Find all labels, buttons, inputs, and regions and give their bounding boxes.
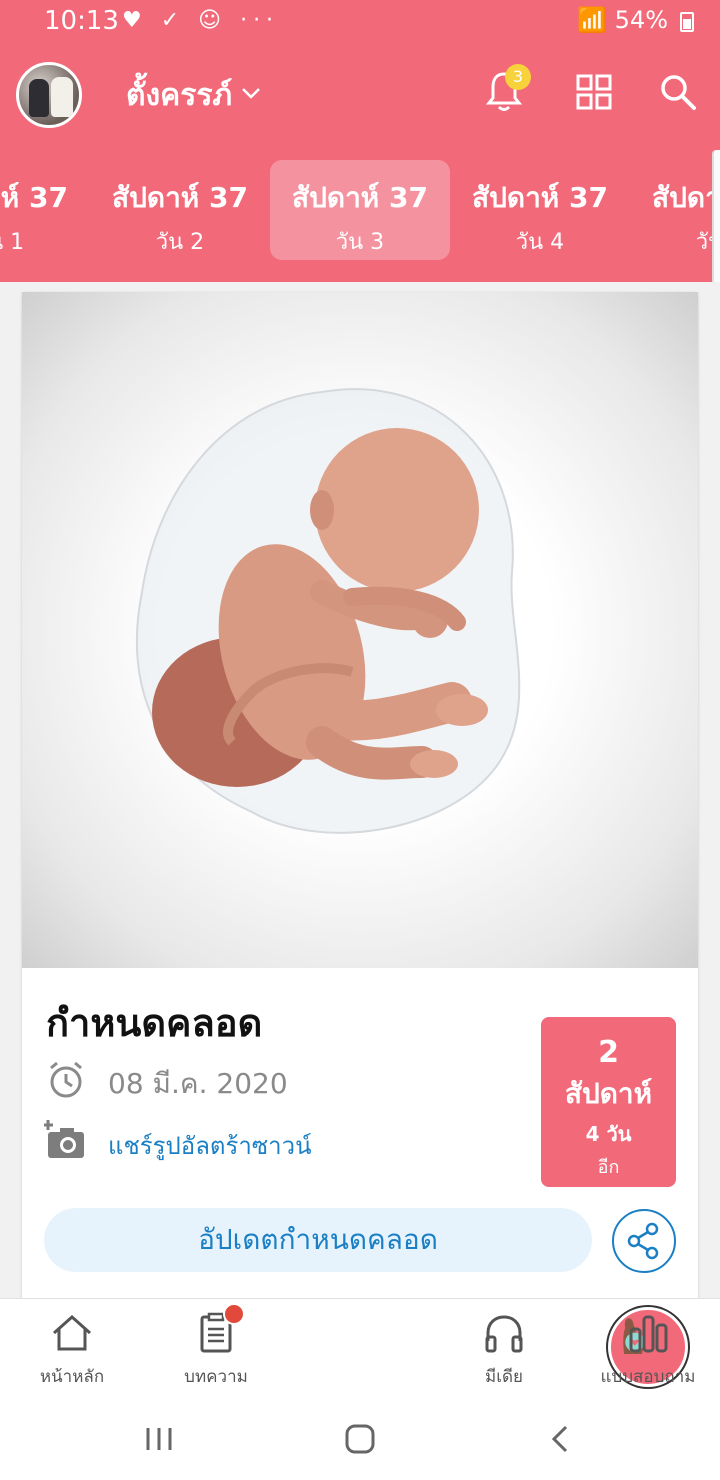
due-date-title: กำหนดคลอด (46, 1001, 263, 1045)
grid-icon[interactable] (576, 74, 612, 110)
countdown-days: 4 วัน (585, 1122, 632, 1146)
alarm-clock-icon (50, 1061, 82, 1098)
recent-apps-icon[interactable] (140, 1422, 180, 1456)
update-due-date-button[interactable]: อัปเดตกำหนดคลอด (44, 1208, 592, 1272)
add-photo-icon[interactable] (44, 1118, 88, 1162)
nav-pregnancy[interactable] (288, 1299, 688, 1403)
countdown-number: 2 (598, 1035, 619, 1070)
home-icon (53, 1314, 91, 1351)
due-date-card: กำหนดคลอด 08 มี.ค. 2020 แชร์รูปอัลตร้าซา… (22, 292, 698, 1302)
app-header: ตั้งครรภ์ 3 (0, 44, 720, 140)
back-icon[interactable] (540, 1422, 580, 1456)
status-time: 10:13 (44, 6, 119, 36)
battery-icon (680, 12, 694, 32)
tab-day-4[interactable]: สัปดาห์ 37 วัน 4 (450, 160, 630, 260)
fetus-illustration (135, 388, 521, 834)
due-date-value: 08 มี.ค. 2020 (108, 1067, 288, 1100)
system-navigation-bar (0, 1402, 720, 1480)
home-button-icon[interactable] (340, 1422, 380, 1456)
bottom-navigation: หน้าหลัก บทความ มีเดีย แบบสอบถาม (0, 1298, 720, 1402)
notification-icons: ♥ ✓ ☺ ··· (122, 8, 280, 33)
page-title[interactable]: ตั้งครรภ์ (126, 72, 232, 119)
nav-media[interactable]: มีเดีย (432, 1299, 576, 1403)
countdown-unit: สัปดาห์ (564, 1077, 653, 1110)
tab-day-3[interactable]: สัปดาห์ 37 วัน 3 (270, 160, 450, 260)
share-ultrasound-link[interactable]: แชร์รูปอัลตร้าซาวน์ (108, 1126, 312, 1165)
week-day-tabs: สัปดาห์ 37 วัน 1 สัปดาห์ 37 วัน 2 สัปดาห… (0, 140, 720, 282)
nav-survey[interactable]: แบบสอบถาม (576, 1299, 720, 1403)
share-icon (627, 1222, 659, 1260)
poll-icon (629, 1315, 668, 1353)
headphones-icon (485, 1315, 523, 1353)
unread-dot (223, 1303, 245, 1325)
status-bar: 10:13 ♥ ✓ ☺ ··· 📶 54% (0, 0, 720, 44)
share-button[interactable] (612, 1209, 676, 1273)
fetus-image (22, 292, 698, 968)
tab-day-5[interactable]: สัปดาห์ 37 วัน 5 (630, 160, 720, 260)
countdown-badge: 2 สัปดาห์ 4 วัน อีก (541, 1017, 676, 1187)
countdown-suffix: อีก (597, 1157, 620, 1178)
search-icon[interactable] (658, 72, 698, 112)
chevron-down-icon[interactable] (240, 82, 262, 104)
notification-badge: 3 (505, 64, 531, 90)
nav-articles[interactable]: บทความ (144, 1299, 288, 1403)
avatar[interactable] (16, 62, 82, 128)
tab-day-2[interactable]: สัปดาห์ 37 วัน 2 (90, 160, 270, 260)
signal-icon: 📶 (577, 6, 608, 34)
status-battery: 📶 54% (577, 6, 668, 34)
tab-day-1[interactable]: สัปดาห์ 37 วัน 1 (0, 160, 90, 260)
nav-home[interactable]: หน้าหลัก (0, 1299, 144, 1403)
